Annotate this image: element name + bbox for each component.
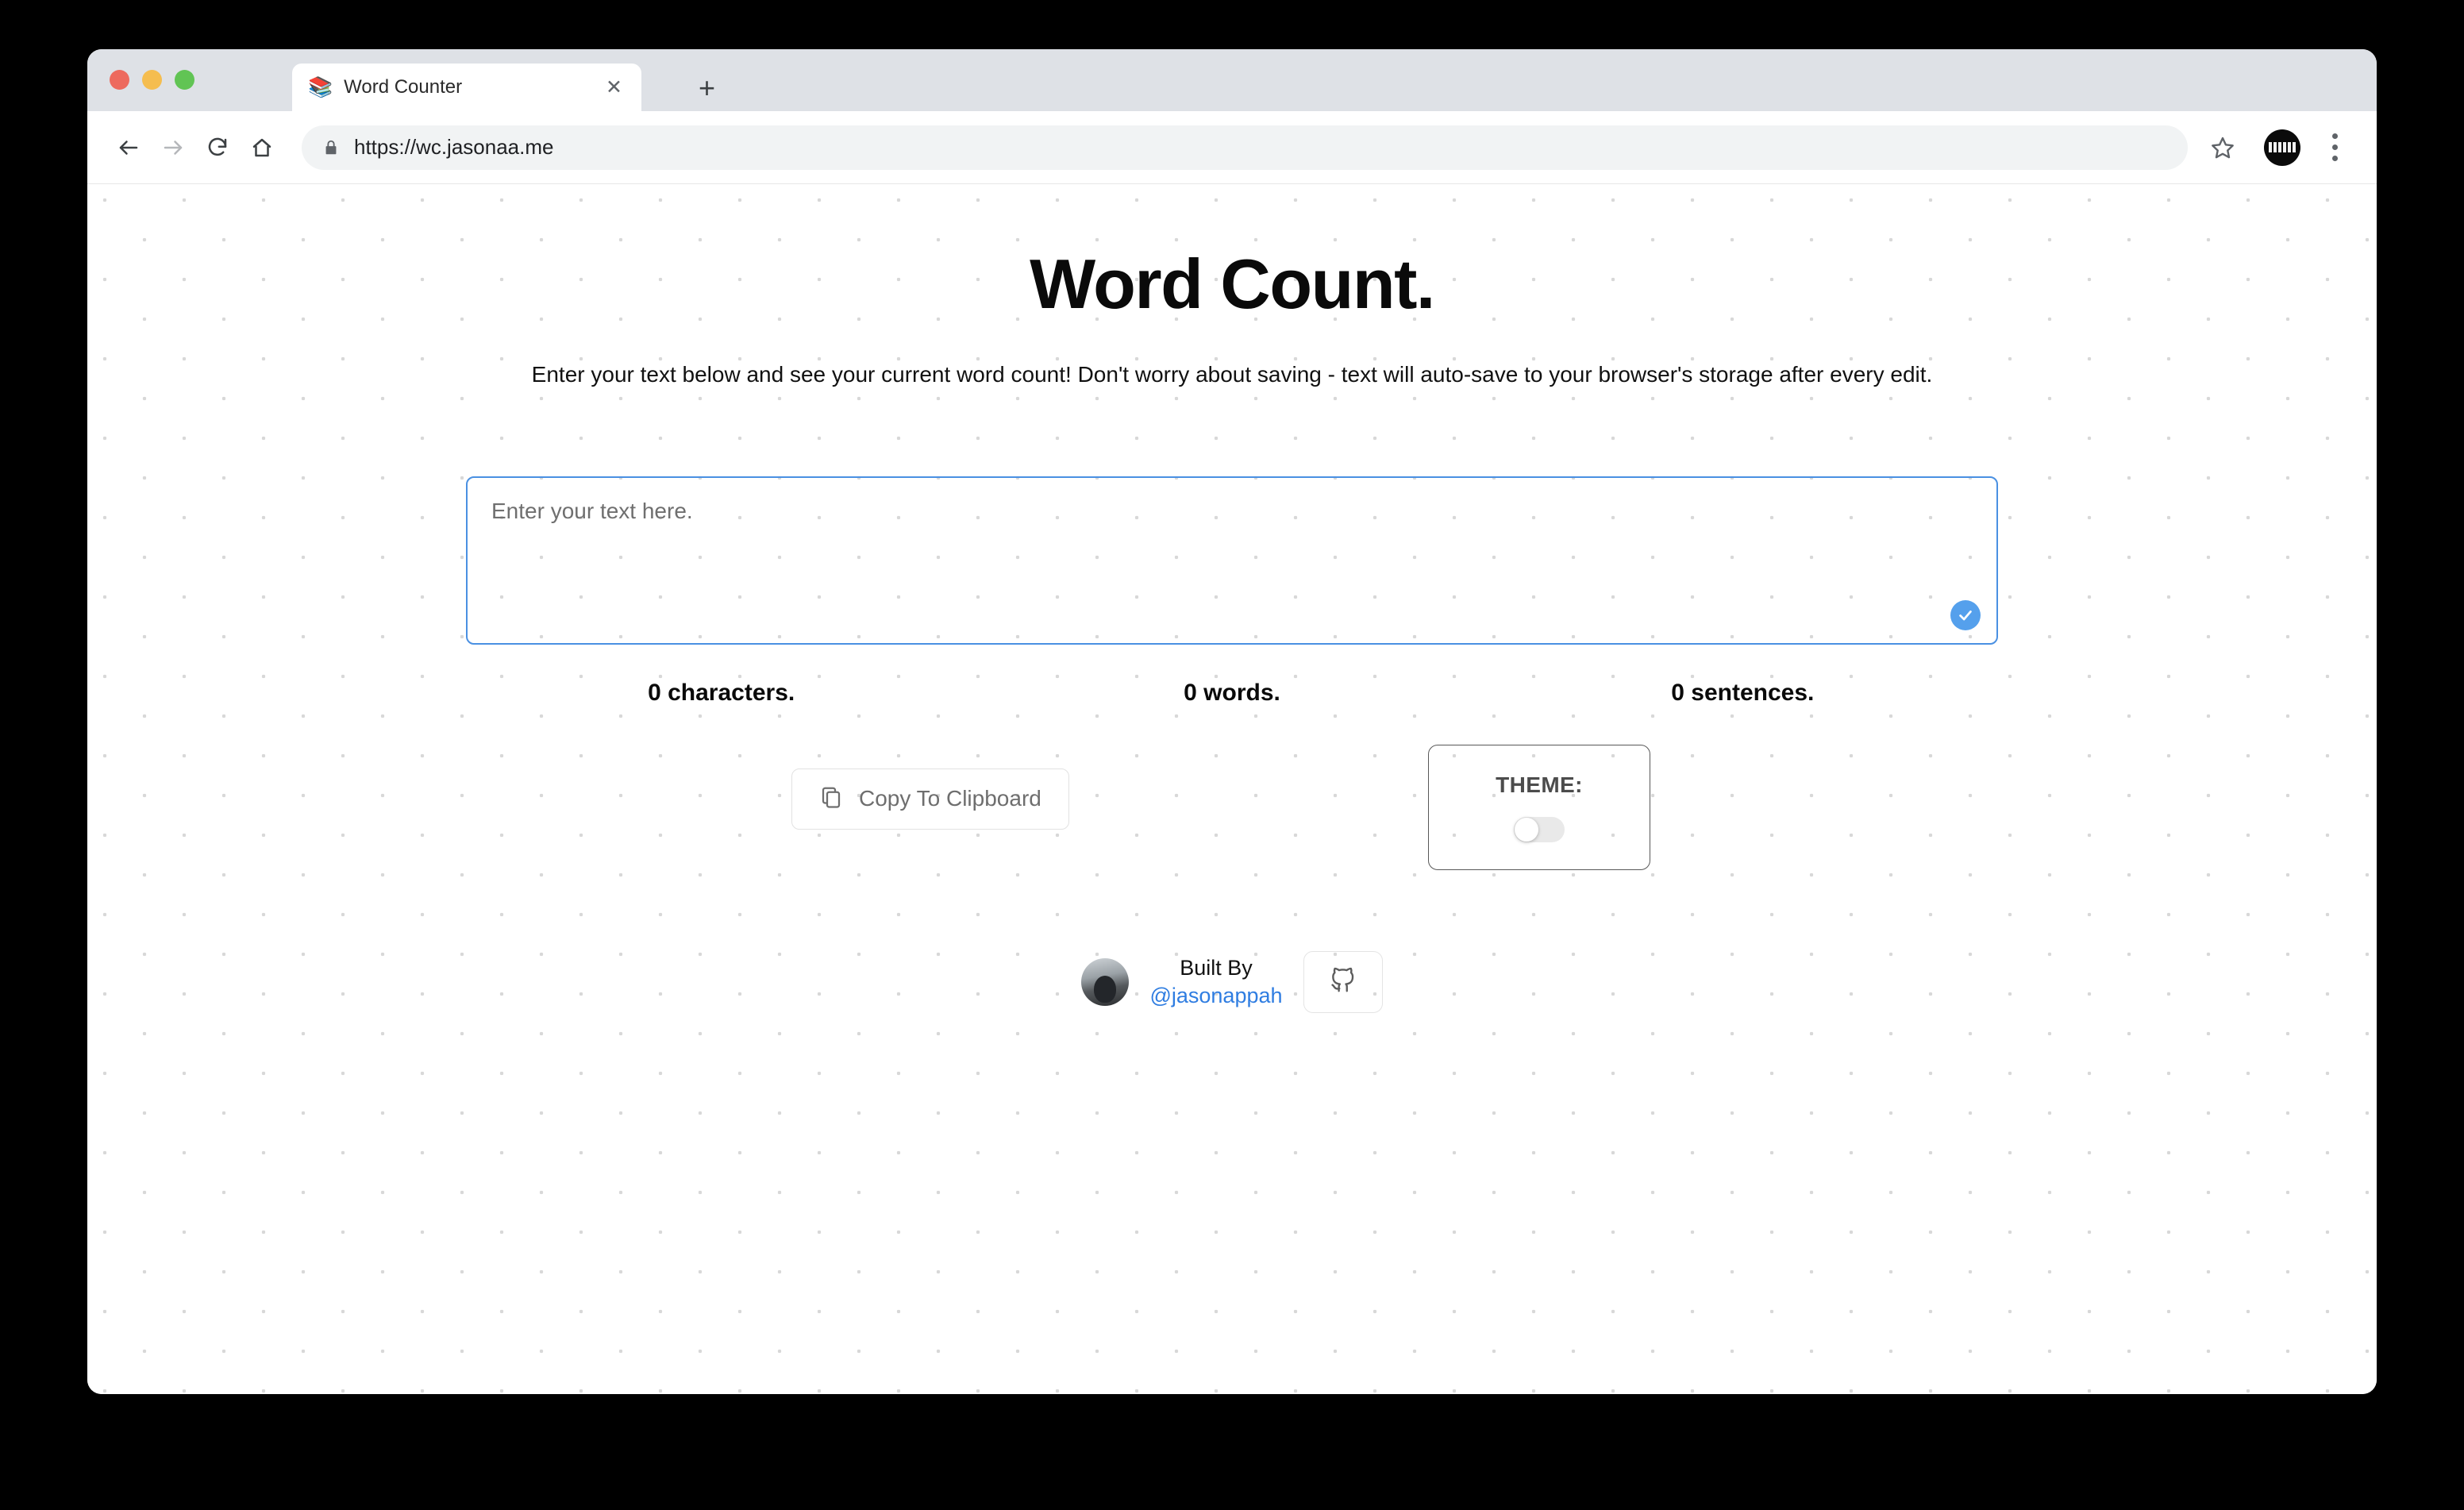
three-dot-menu-icon[interactable] (2315, 125, 2354, 170)
browser-window: 📚 Word Counter ✕ + https://wc.jasonaa.me (87, 49, 2377, 1394)
copy-to-clipboard-button[interactable]: Copy To Clipboard (791, 768, 1069, 830)
stat-words: 0 words. (976, 680, 1487, 707)
built-by-block: Built By @jasonappah (1149, 954, 1282, 1009)
browser-toolbar: https://wc.jasonaa.me (87, 111, 2377, 184)
books-icon: 📚 (308, 78, 333, 98)
forward-arrow-icon[interactable] (151, 125, 195, 170)
new-tab-button[interactable]: + (699, 78, 715, 98)
footer: Built By @jasonappah (303, 951, 2161, 1013)
profile-avatar-icon[interactable] (2264, 129, 2300, 166)
author-avatar (1081, 958, 1129, 1006)
minimize-window-button[interactable] (142, 70, 162, 90)
stat-sentences: 0 sentences. (1488, 680, 1998, 707)
address-bar-url: https://wc.jasonaa.me (354, 135, 553, 160)
avatar-glyph (2269, 142, 2296, 152)
theme-toggle[interactable] (1514, 817, 1565, 842)
stat-characters: 0 characters. (466, 680, 976, 707)
copy-to-clipboard-label: Copy To Clipboard (859, 786, 1041, 811)
lock-icon (322, 139, 340, 156)
theme-label: THEME: (1496, 772, 1583, 798)
copy-icon (819, 785, 843, 813)
close-tab-icon[interactable]: ✕ (603, 78, 626, 98)
theme-toggle-knob (1515, 818, 1538, 842)
text-editor-container: Enter your text here. (466, 476, 1998, 645)
browser-titlebar: 📚 Word Counter ✕ + (87, 49, 2377, 111)
back-arrow-icon[interactable] (106, 125, 151, 170)
window-controls (110, 70, 194, 90)
reload-icon[interactable] (195, 125, 240, 170)
star-icon[interactable] (2200, 125, 2245, 170)
home-icon[interactable] (240, 125, 284, 170)
address-bar[interactable]: https://wc.jasonaa.me (302, 125, 2188, 170)
close-window-button[interactable] (110, 70, 129, 90)
page-title: Word Count. (303, 246, 2161, 323)
author-handle-link[interactable]: @jasonappah (1149, 982, 1282, 1010)
browser-tab[interactable]: 📚 Word Counter ✕ (292, 64, 641, 111)
page-subtitle: Enter your text below and see your curre… (454, 358, 2010, 391)
github-link-button[interactable] (1303, 951, 1383, 1013)
page-content: Word Count. Enter your text below and se… (303, 184, 2161, 1013)
maximize-window-button[interactable] (175, 70, 194, 90)
built-by-label: Built By (1149, 954, 1282, 982)
text-input[interactable]: Enter your text here. (466, 476, 1998, 645)
tab-title: Word Counter (344, 76, 603, 98)
stats-row: 0 characters. 0 words. 0 sentences. (466, 680, 1998, 707)
github-icon (1328, 965, 1358, 999)
check-circle-icon (1950, 600, 1981, 630)
actions-row: Copy To Clipboard THEME: (466, 745, 1998, 872)
page-viewport: Word Count. Enter your text below and se… (87, 184, 2377, 1394)
theme-card: THEME: (1428, 745, 1650, 870)
text-input-placeholder: Enter your text here. (491, 499, 693, 523)
